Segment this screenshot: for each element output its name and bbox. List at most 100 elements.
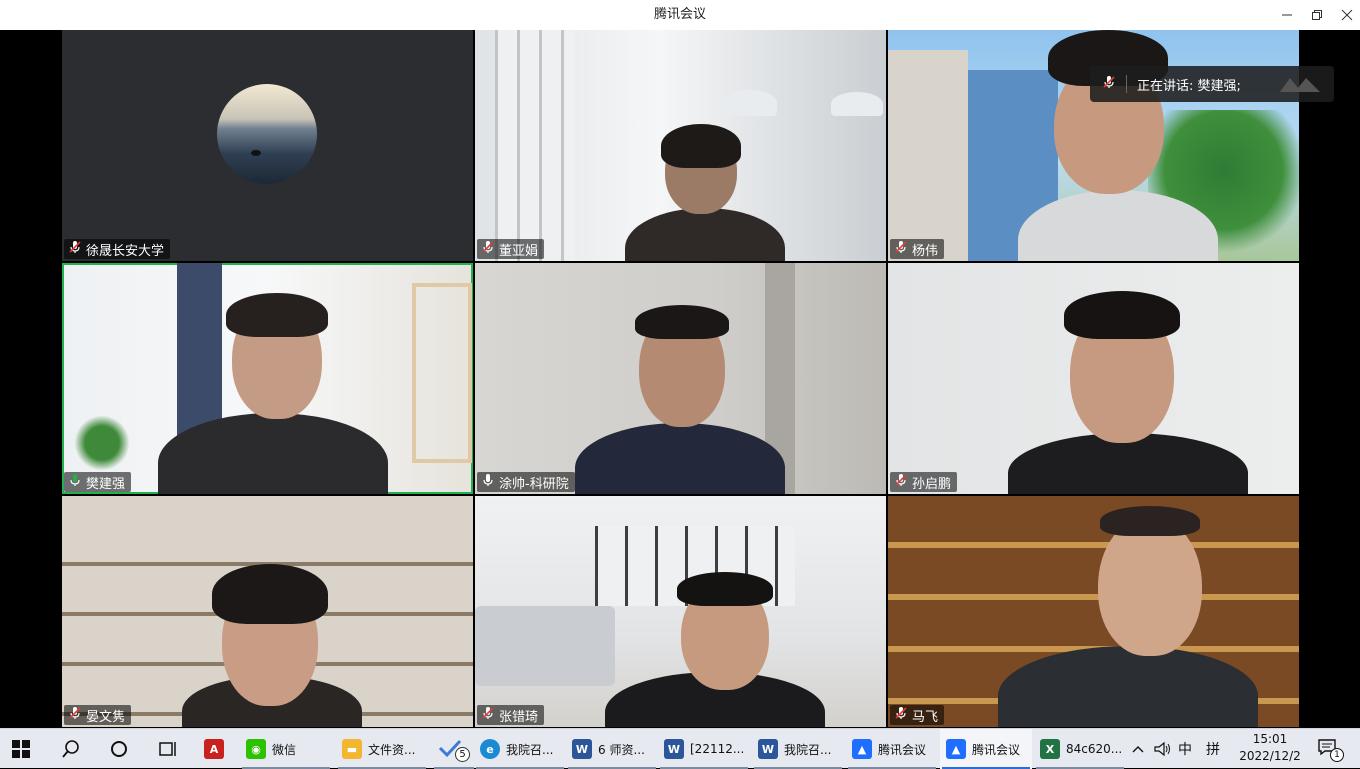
taskbar-app-label: 我院召...	[784, 742, 832, 757]
tencent-meeting-icon: ▲	[946, 739, 966, 759]
action-center-button[interactable]: 1	[1318, 729, 1346, 769]
title-bar: 腾讯会议	[0, 0, 1360, 30]
clock-time: 15:01	[1252, 732, 1288, 746]
sofa-background	[475, 606, 615, 686]
participant-name: 徐晟长安大学	[86, 243, 165, 259]
participant-namebar: 晏文隽	[64, 705, 132, 725]
minimize-button[interactable]	[1272, 0, 1302, 30]
close-button[interactable]	[1332, 0, 1360, 30]
plant	[72, 413, 132, 473]
mic-muted-icon	[68, 706, 82, 724]
shelf-background	[412, 283, 472, 463]
taskbar-app-edge[interactable]: e 我院召...	[474, 729, 566, 769]
building-background	[888, 50, 968, 261]
participant-name: 涂帅-科研院	[499, 476, 569, 492]
participant-namebar: 董亚娟	[477, 239, 545, 259]
taskbar-app-label: 腾讯会议	[878, 742, 927, 757]
task-view-icon	[159, 742, 176, 756]
participant-name: 张错琦	[499, 709, 539, 725]
cortana-icon	[111, 741, 127, 757]
search-icon	[62, 740, 79, 758]
taskbar-app-label: 84c620...	[1066, 742, 1123, 756]
taskbar-app-word-2[interactable]: W [22112...	[658, 729, 750, 769]
participant-avatar	[217, 84, 317, 184]
maximize-button[interactable]	[1302, 0, 1332, 30]
chevron-up-icon	[1132, 746, 1144, 753]
system-clock[interactable]: 15:01 2022/12/2	[1236, 731, 1304, 765]
meeting-video-grid: 徐晟长安大学 董亚娟 杨伟 樊建强 涂帅-科研院 孙启鹏 晏文隽 张错琦 马飞	[0, 30, 1360, 728]
taskbar-app-todo[interactable]: 5	[432, 729, 476, 769]
mic-muted-icon	[894, 706, 908, 724]
input-language-button[interactable]: 中	[1178, 729, 1196, 769]
participant-name: 孙启鹏	[912, 476, 952, 492]
pdf-icon: A	[204, 739, 224, 759]
participant-namebar: 徐晟长安大学	[64, 239, 171, 259]
word-icon: W	[664, 739, 684, 759]
video-tile-9[interactable]: 马飞	[888, 496, 1299, 727]
video-tile-6[interactable]: 孙启鹏	[888, 263, 1299, 494]
participant-name: 杨伟	[912, 243, 939, 259]
mic-muted-icon	[68, 240, 82, 258]
participant-namebar: 樊建强	[64, 472, 132, 492]
taskbar-app-label: 腾讯会议	[972, 742, 1021, 757]
windows-logo-icon	[12, 740, 30, 758]
taskbar-app-excel[interactable]: X 84c620...	[1034, 729, 1126, 769]
taskbar-app-word-1[interactable]: W 6 师资...	[566, 729, 658, 769]
mic-muted-icon	[894, 473, 908, 491]
taskbar-app-tencent-meeting-2[interactable]: ▲ 腾讯会议	[940, 729, 1032, 769]
taskbar-app-word-3[interactable]: W 我院召...	[752, 729, 844, 769]
taskbar-app-label: [22112...	[690, 742, 745, 756]
mic-on-icon	[481, 473, 495, 491]
cortana-button[interactable]	[110, 729, 132, 769]
notification-badge: 5	[455, 747, 470, 762]
volume-button[interactable]	[1154, 729, 1172, 769]
taskbar-app-label: 我院召...	[506, 742, 554, 757]
participant-namebar: 杨伟	[890, 239, 945, 259]
taskbar-app-label: 微信	[272, 742, 297, 757]
minimize-icon	[1282, 14, 1292, 16]
start-button[interactable]	[12, 729, 38, 769]
participant-name: 晏文隽	[86, 709, 126, 725]
video-tile-3[interactable]: 杨伟	[888, 30, 1299, 261]
show-hidden-icons-button[interactable]	[1132, 729, 1148, 769]
mic-muted-icon	[1102, 75, 1116, 93]
video-tile-2[interactable]: 董亚娟	[475, 30, 886, 261]
video-tile-5[interactable]: 涂帅-科研院	[475, 263, 886, 494]
speaking-indicator[interactable]: 正在讲话: 樊建强;	[1090, 66, 1334, 102]
participant-name: 马飞	[912, 709, 939, 725]
participant-name: 樊建强	[86, 476, 126, 492]
mic-muted-icon	[894, 240, 908, 258]
edge-icon: e	[480, 739, 500, 759]
divider	[1126, 75, 1127, 93]
participant-name: 董亚娟	[499, 243, 539, 259]
notification-count: 1	[1330, 748, 1344, 762]
participant-namebar: 张错琦	[477, 705, 545, 725]
windows-taskbar: A ◉ 微信 ▬ 文件资... 5 e 我院召... W 6 师资... W […	[0, 728, 1360, 769]
speaking-text: 正在讲话: 樊建强;	[1137, 78, 1241, 94]
todo-icon: 5	[438, 738, 470, 762]
notification-icon: 1	[1318, 739, 1344, 762]
task-view-button[interactable]	[158, 729, 180, 769]
speaker-icon	[1154, 741, 1170, 757]
folder-icon: ▬	[342, 739, 362, 759]
video-tile-7[interactable]: 晏文隽	[62, 496, 473, 727]
tencent-meeting-logo-icon	[1278, 74, 1322, 98]
ceiling-lamp	[721, 90, 777, 116]
video-tile-1[interactable]: 徐晟长安大学	[62, 30, 473, 261]
window-background	[495, 30, 575, 261]
taskbar-app-wechat[interactable]: ◉ 微信	[240, 729, 332, 769]
taskbar-app-file-explorer[interactable]: ▬ 文件资...	[336, 729, 428, 769]
ime-mode: 拼	[1206, 742, 1220, 758]
restore-icon	[1312, 10, 1322, 20]
taskbar-app-tencent-meeting-1[interactable]: ▲ 腾讯会议	[846, 729, 938, 769]
video-tile-8[interactable]: 张错琦	[475, 496, 886, 727]
video-tile-4[interactable]: 樊建强	[62, 263, 473, 494]
wechat-icon: ◉	[246, 739, 266, 759]
pdf-app-button[interactable]: A	[204, 729, 230, 769]
search-button[interactable]	[62, 729, 84, 769]
excel-icon: X	[1040, 739, 1060, 759]
input-mode-button[interactable]: 拼	[1206, 729, 1224, 769]
taskbar-app-label: 文件资...	[368, 742, 416, 757]
window-title: 腾讯会议	[653, 7, 706, 22]
mic-muted-icon	[481, 706, 495, 724]
